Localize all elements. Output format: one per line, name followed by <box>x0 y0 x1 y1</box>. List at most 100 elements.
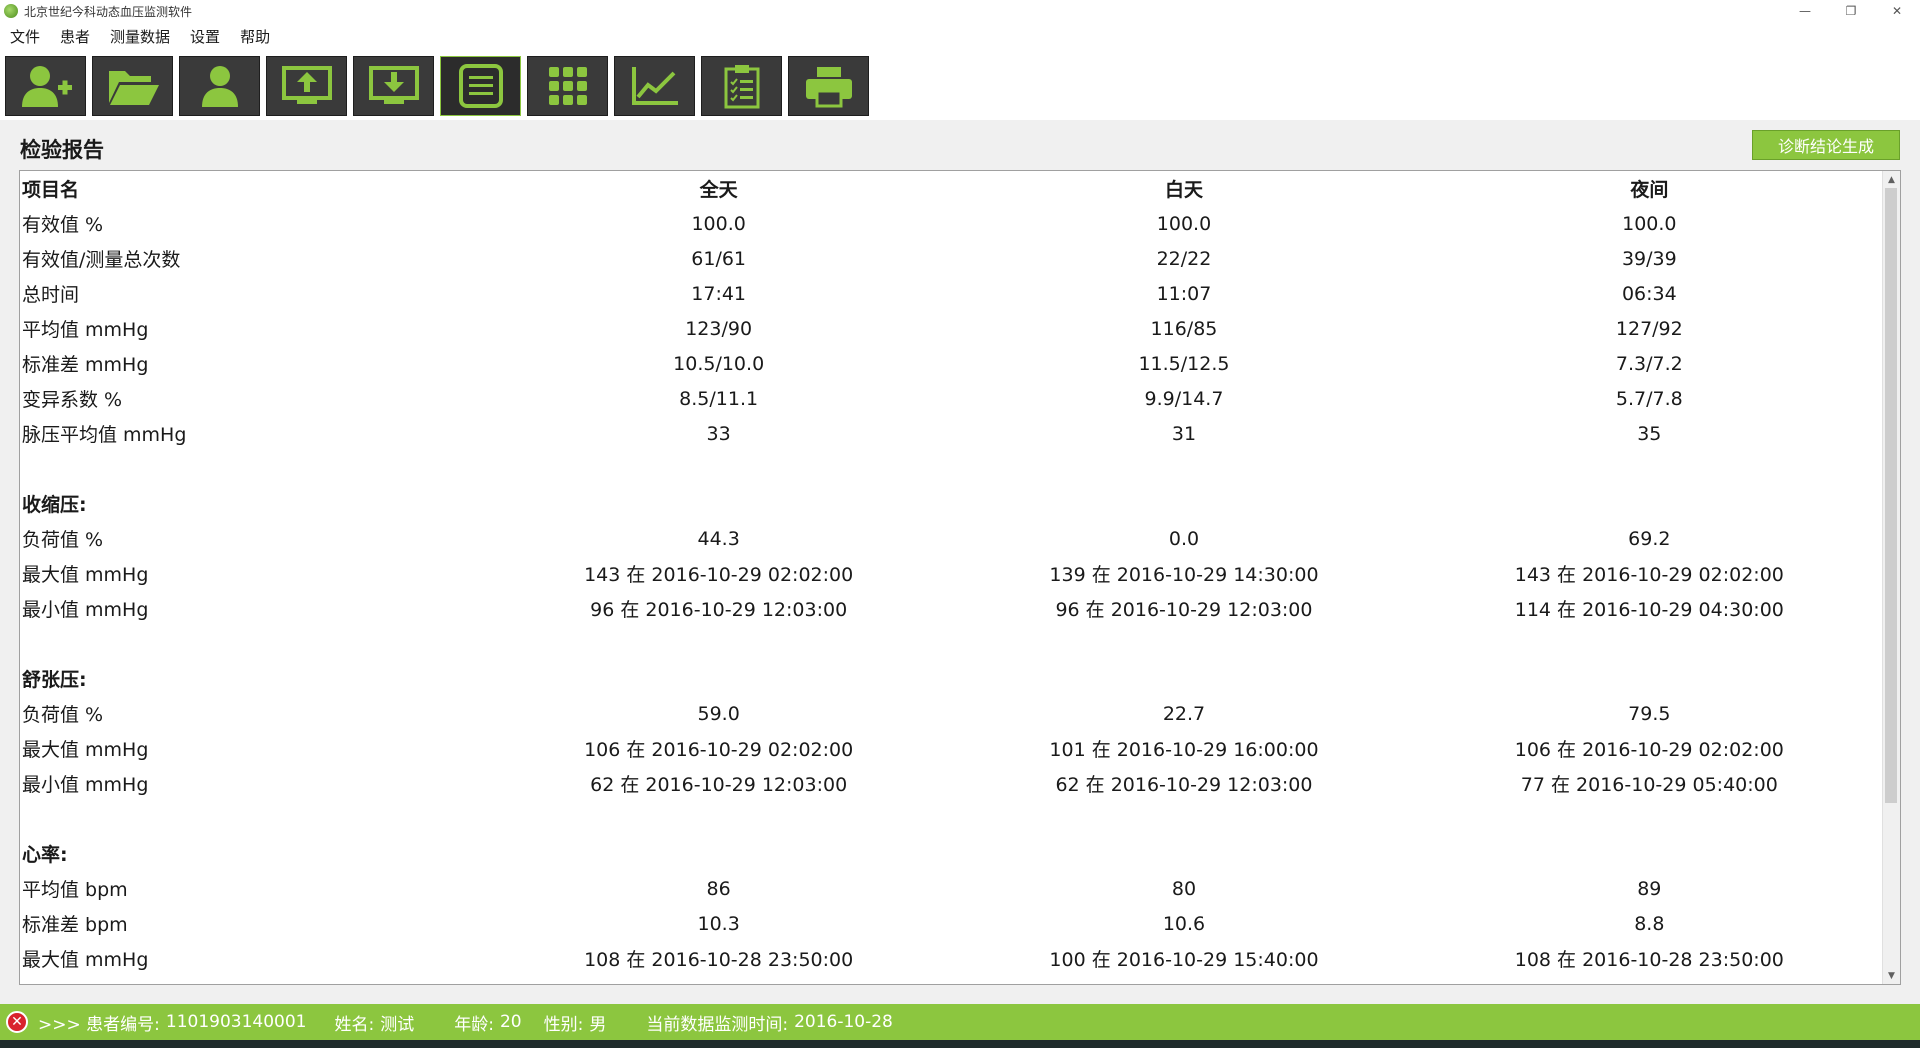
report-list-button[interactable] <box>440 56 521 116</box>
download-button[interactable] <box>353 56 434 116</box>
empty-cell <box>486 661 951 696</box>
app-window: 北京世纪今科动态血压监测软件 — ❐ ✕ 文件 患者 测量数据 设置 帮助 检验… <box>0 0 1920 1048</box>
empty-cell <box>951 836 1416 871</box>
cell-daytime: 116/85 <box>1150 317 1218 340</box>
list-icon <box>458 64 503 108</box>
menu-file[interactable]: 文件 <box>0 22 50 52</box>
table-row: 负荷值 % 59.0 22.7 79.5 <box>20 696 1882 731</box>
cell-nighttime: 89 <box>1637 877 1662 900</box>
cell-all-day: 61/61 <box>691 247 747 270</box>
restore-button[interactable]: ❐ <box>1828 0 1874 22</box>
scroll-thumb[interactable] <box>1885 188 1897 803</box>
table-row: 最大值 mmHg 106 在 2016-10-29 02:02:00 101 在 2… <box>20 731 1882 766</box>
patient-name-value: 测试 <box>380 1014 415 1035</box>
table-row: 脉压平均值 mmHg 33 31 35 <box>20 416 1882 451</box>
cell-daytime: 62 在 2016-10-29 12:03:00 <box>1055 774 1313 796</box>
menu-patient[interactable]: 患者 <box>50 22 100 52</box>
cell-daytime: 96 在 2016-10-29 12:03:00 <box>1055 599 1313 621</box>
cell-nighttime: 127/92 <box>1615 317 1683 340</box>
grid-view-button[interactable] <box>527 56 608 116</box>
trend-chart-button[interactable] <box>614 56 695 116</box>
column-header-item: 项目名 <box>22 179 80 201</box>
cell-all-day: 123/90 <box>685 317 753 340</box>
cell-nighttime: 106 在 2016-10-29 02:02:00 <box>1514 739 1784 761</box>
add-patient-icon <box>21 66 72 107</box>
cell-daytime: 0.0 <box>1168 527 1200 550</box>
vertical-scrollbar[interactable]: ▲ ▼ <box>1882 171 1900 984</box>
empty-cell <box>1417 661 1882 696</box>
empty-cell <box>486 486 951 521</box>
table-row: 负荷值 % 44.3 0.0 69.2 <box>20 521 1882 556</box>
cell-daytime: 100.0 <box>1156 212 1212 235</box>
empty-cell <box>20 801 486 836</box>
monitor-time-label: 当前数据监测时间: <box>646 1014 789 1035</box>
patient-info-button[interactable] <box>179 56 260 116</box>
cell-all-day: 143 在 2016-10-29 02:02:00 <box>584 564 854 586</box>
blank-row <box>20 801 1882 836</box>
cell-nighttime: 114 在 2016-10-29 04:30:00 <box>1514 599 1784 621</box>
cell-label: 最大值 mmHg <box>22 949 149 971</box>
cell-daytime: 9.9/14.7 <box>1144 387 1224 410</box>
clipboard-icon <box>724 65 759 109</box>
cell-label: 脉压平均值 mmHg <box>22 424 187 446</box>
menu-measurement-data[interactable]: 测量数据 <box>100 22 180 52</box>
cell-label: 变异系数 % <box>22 389 123 411</box>
print-button[interactable] <box>788 56 869 116</box>
cell-daytime: 101 在 2016-10-29 16:00:00 <box>1049 739 1319 761</box>
empty-cell <box>486 451 951 486</box>
cell-nighttime: 35 <box>1637 422 1662 445</box>
blank-row <box>20 626 1882 661</box>
menu-help[interactable]: 帮助 <box>230 22 280 52</box>
cell-nighttime: 77 在 2016-10-29 05:40:00 <box>1520 774 1778 796</box>
taskbar-strip <box>0 1040 1920 1048</box>
cell-all-day: 17:41 <box>691 282 747 305</box>
empty-cell <box>1417 451 1882 486</box>
minimize-button[interactable]: — <box>1782 0 1828 22</box>
table-row: 平均值 bpm 86 80 89 <box>20 871 1882 906</box>
empty-cell <box>1417 801 1882 836</box>
report-title: 检验报告 <box>20 138 104 162</box>
scroll-up-arrow-icon[interactable]: ▲ <box>1883 171 1900 188</box>
patient-gender-label: 性别: <box>543 1014 584 1035</box>
empty-cell <box>1417 836 1882 871</box>
scroll-down-arrow-icon[interactable]: ▼ <box>1883 967 1900 984</box>
close-window-button[interactable]: ✕ <box>1874 0 1920 22</box>
cell-all-day: 10.3 <box>697 912 740 935</box>
empty-cell <box>486 801 951 836</box>
cell-all-day: 86 <box>706 877 731 900</box>
upload-button[interactable] <box>266 56 347 116</box>
open-folder-button[interactable] <box>92 56 173 116</box>
table-row: 最小值 mmHg 62 在 2016-10-29 12:03:00 62 在 201… <box>20 766 1882 801</box>
table-row: 最大值 mmHg 143 在 2016-10-29 02:02:00 139 在 2… <box>20 556 1882 591</box>
cell-label: 标准差 mmHg <box>22 354 149 376</box>
report-table-panel[interactable]: 项目名 全天 白天 夜间 有效值 % 100.0 100.0 100.0 有效值/测量总… <box>19 170 1901 985</box>
add-patient-button[interactable] <box>5 56 86 116</box>
cell-nighttime: 143 在 2016-10-29 02:02:00 <box>1514 564 1784 586</box>
patient-age-value: 20 <box>499 1012 522 1032</box>
cell-all-day: 62 在 2016-10-29 12:03:00 <box>590 774 848 796</box>
download-icon <box>368 66 419 104</box>
section-header-row: 舒张压: <box>20 661 1882 696</box>
cell-nighttime: 06:34 <box>1621 282 1677 305</box>
table-row: 最大值 mmHg 108 在 2016-10-28 23:50:00 100 在 2… <box>20 941 1882 976</box>
menu-bar: 文件 患者 测量数据 设置 帮助 <box>0 22 1920 52</box>
empty-cell <box>951 626 1416 661</box>
cell-daytime: 11.5/12.5 <box>1138 352 1230 375</box>
cell-label: 最小值 mmHg <box>22 774 149 796</box>
report-header: 检验报告 诊断结论生成 <box>20 128 1900 168</box>
diagnosis-button[interactable] <box>701 56 782 116</box>
table-header-row: 项目名 全天 白天 夜间 <box>20 171 1882 206</box>
generate-diagnosis-button[interactable]: 诊断结论生成 <box>1752 130 1900 160</box>
section-title: 收缩压: <box>22 494 87 516</box>
patient-icon <box>201 66 238 107</box>
cell-all-day: 8.5/11.1 <box>679 387 759 410</box>
menu-settings[interactable]: 设置 <box>180 22 230 52</box>
cell-nighttime: 100.0 <box>1622 212 1677 235</box>
upload-icon <box>281 66 332 104</box>
column-header-nighttime: 夜间 <box>1630 179 1669 201</box>
cell-label: 平均值 mmHg <box>22 319 149 341</box>
empty-cell <box>951 661 1416 696</box>
cell-nighttime: 79.5 <box>1628 702 1671 725</box>
cell-nighttime: 8.8 <box>1634 912 1665 935</box>
window-controls: — ❐ ✕ <box>1782 0 1920 22</box>
